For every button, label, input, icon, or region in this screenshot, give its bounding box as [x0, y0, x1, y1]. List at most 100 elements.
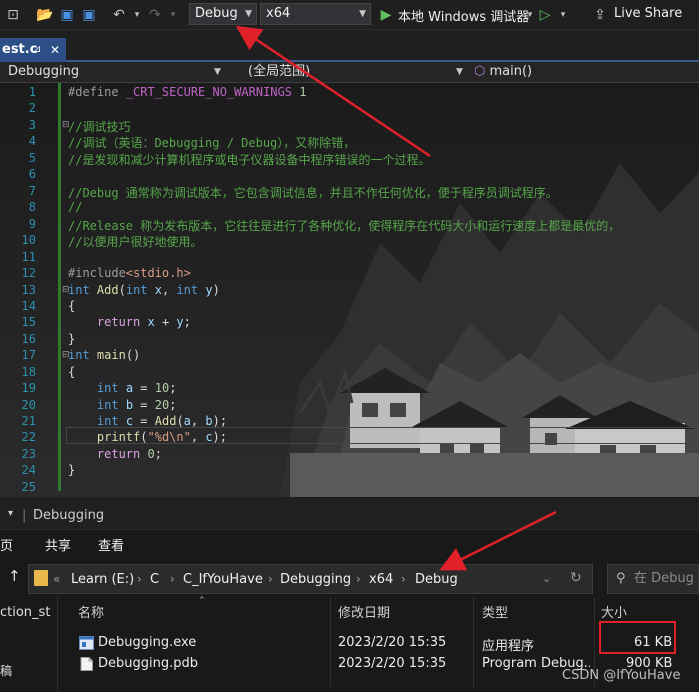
breadcrumb-separator[interactable]: › [356, 572, 361, 586]
project-dropdown[interactable]: Debugging ▼ [8, 62, 228, 82]
scope-dropdown[interactable]: (全局范围) ▼ [248, 62, 466, 82]
change-tracking-bar [58, 83, 61, 491]
code-line-1: #define _CRT_SECURE_NO_WARNINGS 1 [68, 85, 306, 99]
keyword-token: int [96, 414, 119, 428]
member-value: main() [489, 64, 533, 79]
search-input[interactable]: ⚲ 在 Debug [607, 564, 699, 594]
config-dropdown[interactable]: Debug ▼ [189, 3, 257, 25]
variable-token: c [125, 414, 134, 428]
column-header-date[interactable]: 修改日期 [338, 602, 390, 621]
line-number: 2 [28, 101, 36, 115]
line-number: 3 [28, 118, 36, 132]
start-without-debug-icon[interactable]: ▷ [536, 6, 554, 24]
line-number: 9 [28, 217, 36, 231]
breadcrumb-debug[interactable]: Debug [415, 572, 458, 587]
file-date: 2023/2/20 15:35 [338, 656, 447, 671]
open-folder-icon[interactable]: 📂 [36, 6, 54, 24]
pin-icon[interactable]: ⊿ [33, 38, 41, 62]
save-icon[interactable]: ▣ [58, 6, 76, 24]
code-line-14: { [68, 299, 76, 313]
chevron-down-icon[interactable]: ▾ [8, 508, 13, 519]
scope-value: (全局范围) [248, 64, 311, 79]
keyword-token: return [96, 447, 141, 461]
breadcrumb-debugging[interactable]: Debugging [280, 572, 351, 587]
up-arrow-icon[interactable]: ↑ [8, 567, 21, 585]
close-icon[interactable]: ✕ [50, 38, 60, 62]
code-editor[interactable]: 1 2 3 4 5 6 7 8 9 10 11 12 13 14 15 16 1… [0, 83, 699, 497]
save-all-icon[interactable]: ▣ [80, 6, 98, 24]
line-number: 12 [21, 266, 36, 280]
sort-indicator-icon: ⌃ [198, 596, 206, 606]
code-line-12: #include<stdio.h> [68, 266, 191, 280]
nav-pane-item[interactable]: ction_st [0, 605, 50, 620]
line-number: 11 [21, 250, 36, 264]
file-name: Debugging.pdb [98, 656, 198, 671]
function-token: Add [154, 414, 177, 428]
variable-token: a [183, 414, 191, 428]
method-icon: ⬡ [474, 64, 486, 79]
live-share-button[interactable]: Live Share [614, 6, 682, 21]
breadcrumb-separator[interactable]: › [268, 572, 273, 586]
variable-token: b [205, 414, 213, 428]
redo-icon[interactable]: ↷ [146, 6, 164, 24]
variable-token: x [147, 315, 155, 329]
tab-test-c[interactable]: est.c ⊿ ✕ [0, 38, 66, 62]
chevron-down-icon: ▼ [359, 9, 366, 19]
column-header-size[interactable]: 大小 [601, 602, 627, 621]
variable-token: b [125, 398, 134, 412]
play-icon[interactable]: ▶ [377, 6, 395, 24]
chevron-down-icon[interactable]: ⌄ [542, 572, 551, 585]
undo-icon[interactable]: ↶ [110, 6, 128, 24]
breadcrumb-separator[interactable]: › [401, 572, 406, 586]
chevron-down-icon: ▼ [214, 67, 221, 77]
window-title: Debugging [33, 508, 105, 523]
refresh-icon[interactable]: ↻ [570, 570, 582, 586]
code-line-16: } [68, 332, 76, 346]
live-share-icon[interactable]: ⇪ [591, 6, 609, 24]
title-separator: | [22, 508, 27, 523]
ribbon-tab-home[interactable]: 页 [0, 535, 13, 554]
chevron-down-icon: ▼ [456, 67, 463, 77]
breadcrumb-separator[interactable]: › [137, 572, 142, 586]
run-debugger-button[interactable]: 本地 Windows 调试器 [398, 6, 529, 25]
member-dropdown[interactable]: ⬡ main() [474, 62, 699, 82]
nav-pane-item[interactable]: 稿 [0, 662, 12, 679]
code-line-18: { [68, 365, 76, 379]
breadcrumb-drive[interactable]: Learn (E:) [71, 572, 134, 587]
ribbon-tab-share[interactable]: 共享 [45, 535, 71, 554]
address-bar[interactable]: « Learn (E:) › C › C_IfYouHave › Debuggi… [28, 564, 593, 594]
undo-dropdown-icon[interactable]: ▾ [128, 6, 146, 24]
breadcrumb-c-ifyouhave[interactable]: C_IfYouHave [183, 572, 263, 587]
breadcrumb-c[interactable]: C [150, 572, 159, 587]
line-number: 25 [21, 480, 36, 494]
function-token: printf [96, 430, 141, 444]
breadcrumb-separator[interactable]: › [170, 572, 175, 586]
line-number: 6 [28, 167, 36, 181]
header-token: <stdio.h> [125, 266, 191, 280]
annotation-highlight-box [599, 621, 676, 654]
code-line-4: //调试（英语：Debugging / Debug），又称除错， [68, 136, 356, 150]
address-row: ↑ « Learn (E:) › C › C_IfYouHave › Debug… [0, 558, 699, 596]
code-line-24: } [68, 463, 76, 477]
solution-config-icon[interactable]: ⊡ [4, 6, 22, 24]
overflow-chevron-icon[interactable]: « [53, 572, 60, 586]
folder-icon [34, 570, 48, 586]
line-number: 10 [21, 233, 36, 247]
line-number: 13 [21, 283, 36, 297]
ribbon-tab-view[interactable]: 查看 [98, 535, 124, 554]
column-header-type[interactable]: 类型 [482, 602, 508, 621]
platform-dropdown[interactable]: x64 ▼ [260, 3, 371, 25]
number-token: 20 [154, 398, 170, 412]
code-line-19: int a = 10; [96, 381, 177, 395]
code-line-15: return x + y; [96, 315, 191, 329]
platform-value: x64 [266, 6, 291, 21]
code-line-10: //以便用户很好地使用。 [68, 235, 203, 249]
keyword-token: int [176, 283, 199, 297]
redo-dropdown-icon[interactable]: ▾ [164, 6, 182, 24]
number-token: 10 [154, 381, 170, 395]
breadcrumb-x64[interactable]: x64 [369, 572, 393, 587]
line-number: 14 [21, 299, 36, 313]
start-dropdown-icon[interactable]: ▾ [554, 6, 572, 24]
column-header-name[interactable]: 名称 [78, 602, 104, 621]
line-number: 24 [21, 463, 36, 477]
